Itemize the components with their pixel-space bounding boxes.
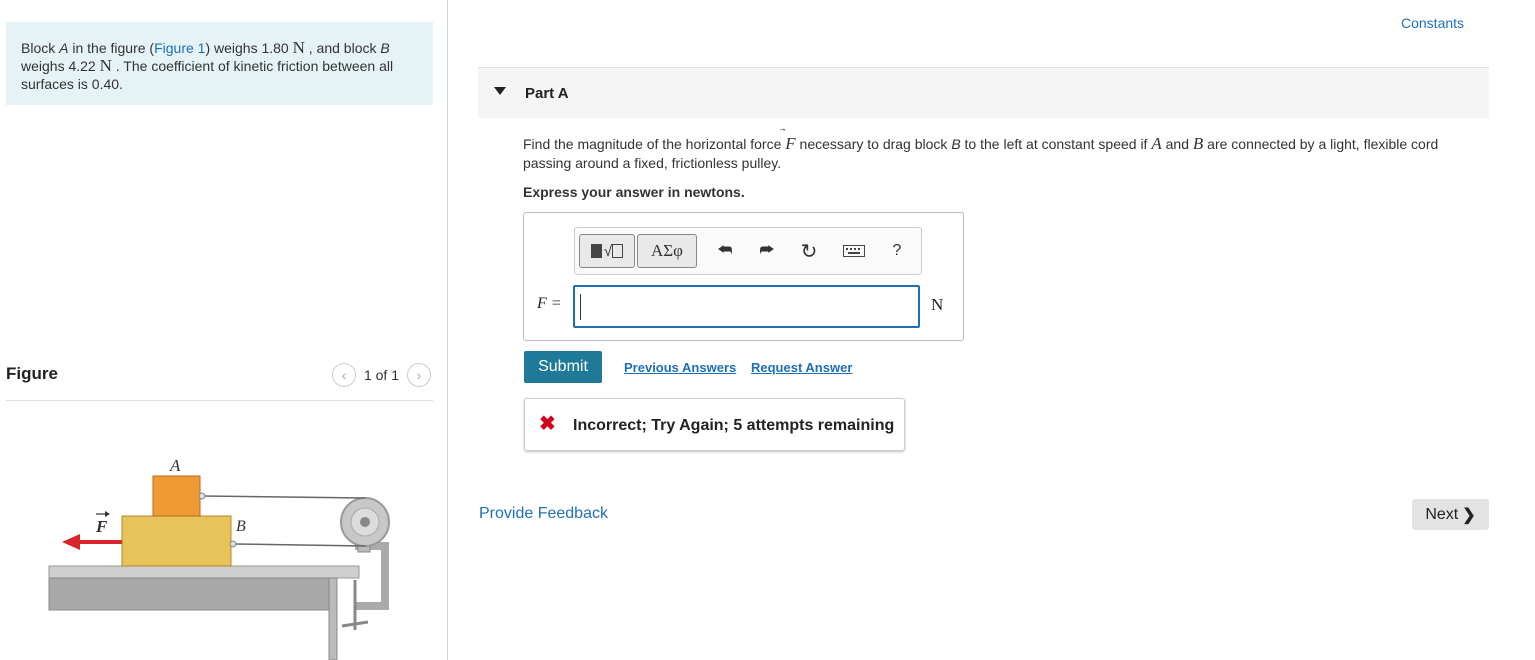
text-cursor [580,294,581,320]
keyboard-icon[interactable] [839,234,869,268]
sqrt-icon: √ [603,242,613,260]
figure-title: Figure [6,364,58,383]
figure-link[interactable]: Figure 1 [154,40,205,56]
question-text: Find the magnitude of the horizontal for… [523,134,1439,171]
part-a-header[interactable]: Part A [478,68,1489,118]
request-answer-link[interactable]: Request Answer [751,360,852,375]
caret-down-icon [494,87,506,95]
templates-button[interactable]: √ [579,234,635,268]
submit-button[interactable]: Submit [524,351,602,383]
greek-symbols-button[interactable]: ΑΣφ [637,234,697,268]
table-top [48,565,360,579]
answer-box: √ ΑΣφ ⮪ ⮫ ↻ ? F = N [523,212,964,341]
panel-divider [447,0,448,660]
chevron-right-icon: › [416,367,422,383]
answer-unit: N [931,295,944,314]
previous-answers-link[interactable]: Previous Answers [624,360,736,375]
answer-variable-label: F = [537,295,562,312]
cord-top [202,495,366,499]
part-title: Part A [525,85,569,102]
table-leg [328,577,338,660]
figure-pager: ‹ 1 of 1 › [331,362,431,388]
figure-counter: 1 of 1 [363,367,399,383]
label-a: A [169,456,181,475]
answer-instructions: Express your answer in newtons. [523,184,745,200]
constants-link[interactable]: Constants [1401,15,1464,31]
answer-input[interactable] [573,285,920,328]
cord-bottom [234,543,366,547]
undo-icon[interactable]: ⮪ [711,234,739,268]
error-x-icon: ✖ [539,413,556,435]
feedback-text: Incorrect; Try Again; 5 attempts remaini… [573,417,895,434]
block-a [152,475,201,517]
label-b: B [236,518,246,535]
figure-header: Figure ‹ 1 of 1 › [6,362,433,401]
problem-statement: Block A in the figure (Figure 1) weighs … [6,22,433,105]
chevron-left-icon: ‹ [341,367,347,383]
table-body [48,577,330,611]
math-toolbar: √ ΑΣφ ⮪ ⮫ ↻ ? [574,227,922,275]
figure-diagram: A B F [48,456,390,660]
provide-feedback-link[interactable]: Provide Feedback [479,505,608,523]
help-button[interactable]: ? [885,234,909,268]
chevron-right-icon: ❯ [1462,506,1476,524]
reset-icon[interactable]: ↻ [795,234,823,268]
next-button[interactable]: Next ❯ [1412,499,1489,530]
force-arrowhead [62,534,80,550]
block-b [121,515,232,567]
feedback-message: ✖ Incorrect; Try Again; 5 attempts remai… [524,398,905,451]
redo-icon[interactable]: ⮫ [753,234,781,268]
next-figure-button[interactable]: › [407,363,431,387]
prev-figure-button[interactable]: ‹ [331,363,356,387]
label-f: F [95,517,108,536]
